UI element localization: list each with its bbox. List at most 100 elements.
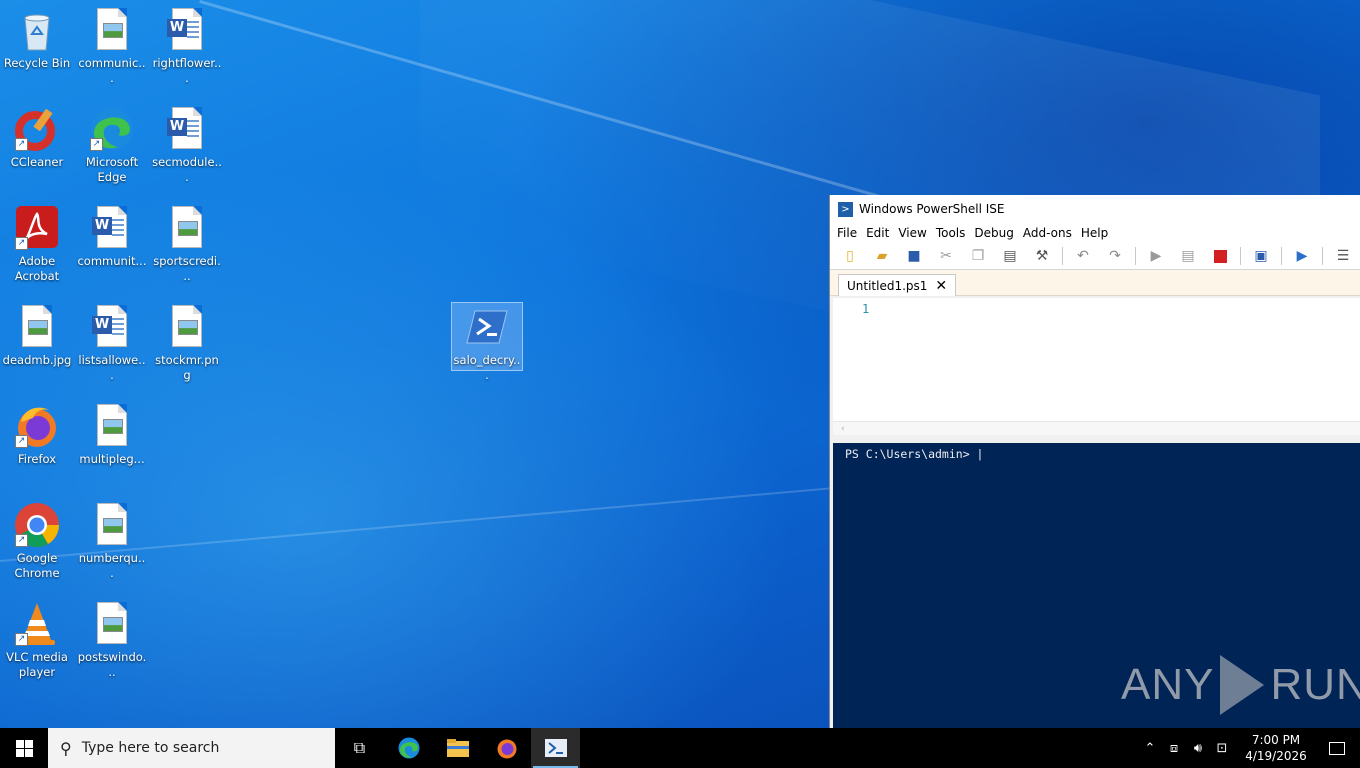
desktop-icon-label: Adobe Acrobat [14, 254, 60, 283]
desktop-icon-google-chrome[interactable]: ↗ Google Chrome [2, 501, 72, 581]
close-icon[interactable]: ✕ [935, 278, 947, 294]
image-file-icon [88, 600, 136, 648]
desktop-icon-label: multipleg... [79, 452, 145, 466]
show-script-pane-icon[interactable]: ☰ [1331, 245, 1355, 267]
copy-icon[interactable]: ❐ [966, 245, 990, 267]
edge-icon: ↗ [88, 105, 136, 153]
cut-icon[interactable]: ✂ [934, 245, 958, 267]
new-file-icon[interactable]: ▯ [838, 245, 862, 267]
undo-icon[interactable]: ↶ [1071, 245, 1095, 267]
script-tab-strip: Untitled1.ps1 ✕ [830, 270, 1360, 296]
menu-help[interactable]: Help [1078, 226, 1114, 240]
menu-view[interactable]: View [895, 226, 932, 240]
desktop-icon-numberqu-image[interactable]: numberqu... [77, 501, 147, 581]
taskbar-edge[interactable] [384, 728, 433, 768]
tab-label: Untitled1.ps1 [847, 278, 928, 293]
window-title: Windows PowerShell ISE [859, 202, 1005, 216]
network-icon[interactable]: ⊡ [1210, 741, 1234, 756]
desktop-icon-label: deadmb.jpg [2, 353, 72, 367]
desktop-icon-label: Firefox [17, 452, 57, 466]
stop-icon[interactable] [1208, 245, 1232, 267]
menu-edit[interactable]: Edit [863, 226, 895, 240]
desktop-icon-label: Recycle Bin [3, 56, 71, 70]
horizontal-scrollbar[interactable]: ‹ [833, 421, 1360, 435]
system-tray: ⌃ ⧈ 🔊︎ ⊡ 7:00 PM 4/19/2026 [1138, 728, 1360, 768]
paste-icon[interactable]: ▤ [998, 245, 1022, 267]
desktop-icon-label: stockmr.png [155, 353, 219, 382]
taskbar-powershell-ise[interactable] [531, 728, 580, 768]
desktop-icon-vlc[interactable]: ↗ VLC media player [2, 600, 72, 680]
save-icon[interactable]: ■ [902, 245, 926, 267]
desktop-icon-rightflower-doc[interactable]: W rightflower... [152, 6, 222, 86]
run-icon[interactable]: ▶ [1144, 245, 1168, 267]
task-view-button[interactable]: ⧉ [335, 728, 384, 768]
menu-file[interactable]: File [834, 226, 863, 240]
desktop-icon-microsoft-edge[interactable]: ↗ Microsoft Edge [77, 105, 147, 185]
toolbar: ▯ ▰ ■ ✂ ❐ ▤ ⚒ ↶ ↷ ▶ ▤ ▣ ▶ ☰ [830, 243, 1360, 270]
powershell-ise-icon: > [838, 201, 853, 217]
pane-splitter[interactable] [833, 435, 1360, 443]
recycle-bin-icon [13, 6, 61, 54]
menu-debug[interactable]: Debug [971, 226, 1019, 240]
open-folder-icon[interactable]: ▰ [870, 245, 894, 267]
clock-date: 4/19/2026 [1245, 749, 1307, 763]
script-editor[interactable]: 1 [833, 298, 1360, 434]
meet-now-icon[interactable]: ⧈ [1162, 741, 1186, 756]
desktop-icon-salo-decry[interactable]: salo_decry... [451, 302, 523, 382]
taskbar-file-explorer[interactable] [433, 728, 482, 768]
redo-icon[interactable]: ↷ [1103, 245, 1127, 267]
desktop-icon-label: sportscredi... [153, 254, 221, 283]
desktop-icon-deadmb[interactable]: deadmb.jpg [2, 303, 72, 368]
desktop-icon-label: Microsoft Edge [85, 155, 139, 184]
desktop-icon-firefox[interactable]: ↗ Firefox [2, 402, 72, 467]
remote-powershell-icon[interactable]: ▣ [1249, 245, 1273, 267]
console-prompt: PS C:\Users\admin> | [845, 447, 984, 461]
ccleaner-icon: ↗ [13, 105, 61, 153]
desktop-icon-stockmr[interactable]: stockmr.png [152, 303, 222, 383]
desktop-icon-recycle-bin[interactable]: Recycle Bin [2, 6, 72, 71]
desktop-icon-secmodule-doc[interactable]: W secmodule... [152, 105, 222, 185]
desktop-icon-communit-doc[interactable]: W communit... [77, 204, 147, 269]
run-selection-icon[interactable]: ▤ [1176, 245, 1200, 267]
adobe-acrobat-icon: ↗ [13, 204, 61, 252]
anyrun-watermark: ANY RUN [1121, 655, 1360, 715]
firefox-icon [497, 739, 516, 759]
taskbar-firefox[interactable] [482, 728, 531, 768]
image-file-icon [88, 6, 136, 54]
chevron-up-icon[interactable]: ⌃ [1138, 741, 1162, 756]
word-document-icon: W [163, 105, 211, 153]
desktop-icon-label: CCleaner [10, 155, 64, 169]
menu-addons[interactable]: Add-ons [1020, 226, 1078, 240]
desktop-icon-label: rightflower... [152, 56, 222, 85]
desktop-icon-ccleaner[interactable]: ↗ CCleaner [2, 105, 72, 170]
notification-center-button[interactable] [1314, 741, 1360, 755]
powershell-console-icon[interactable]: ▶ [1290, 245, 1314, 267]
powershell-script-icon [463, 303, 511, 351]
desktop-icon-label: Google Chrome [14, 551, 60, 580]
image-file-icon [88, 501, 136, 549]
desktop-icon-adobe-acrobat[interactable]: ↗ Adobe Acrobat [2, 204, 72, 284]
firefox-icon: ↗ [13, 402, 61, 450]
vlc-icon: ↗ [13, 600, 61, 648]
taskbar-clock[interactable]: 7:00 PM 4/19/2026 [1238, 732, 1314, 764]
console-pane[interactable]: PS C:\Users\admin> | ANY RUN [833, 443, 1360, 728]
clear-icon[interactable]: ⚒ [1030, 245, 1054, 267]
powershell-ise-window[interactable]: > Windows PowerShell ISE File Edit View … [829, 195, 1360, 728]
start-button[interactable] [0, 728, 48, 768]
desktop-icon-multipleg-image[interactable]: multipleg... [77, 402, 147, 467]
volume-icon[interactable]: 🔊︎ [1186, 741, 1210, 756]
desktop-icon-label: postswindo... [77, 650, 147, 679]
taskbar: ⚲ Type here to search ⧉ ⌃ ⧈ 🔊︎ ⊡ 7:00 PM… [0, 728, 1360, 768]
desktop-icon-sportscredi-image[interactable]: sportscredi... [152, 204, 222, 284]
image-file-icon [13, 303, 61, 351]
word-document-icon: W [88, 204, 136, 252]
desktop-icon-postswindo-image[interactable]: postswindo... [77, 600, 147, 680]
desktop-icon-listsallowe-doc[interactable]: W listsallowe... [77, 303, 147, 383]
desktop-icon-label: listsallowe... [78, 353, 146, 382]
window-titlebar[interactable]: > Windows PowerShell ISE [830, 195, 1360, 223]
taskbar-search-box[interactable]: ⚲ Type here to search [48, 728, 335, 768]
tab-untitled1[interactable]: Untitled1.ps1 ✕ [838, 274, 957, 296]
desktop-icon-communic-image[interactable]: communic... [77, 6, 147, 86]
word-document-icon: W [163, 6, 211, 54]
menu-tools[interactable]: Tools [933, 226, 972, 240]
